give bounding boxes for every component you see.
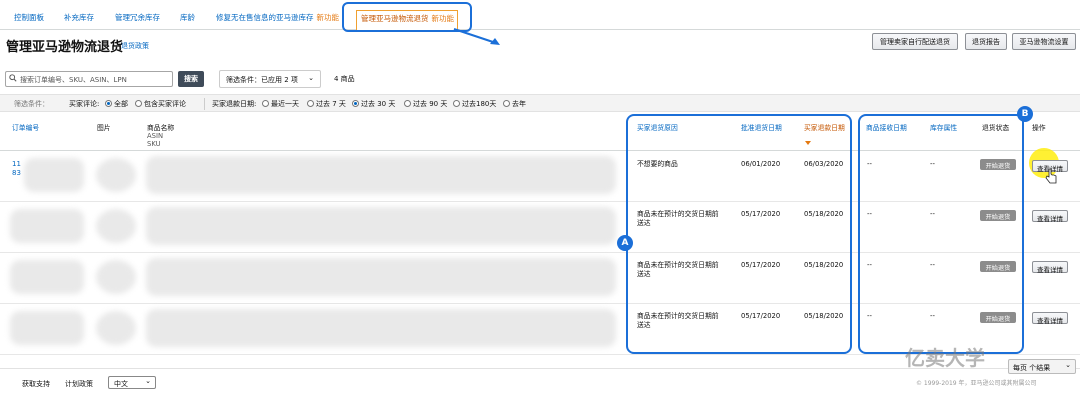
radio-icon	[503, 100, 510, 107]
product-image	[96, 260, 136, 294]
chevron-down-icon: ⌄	[1065, 361, 1071, 369]
radio-date-7d-label: 过去 7 天	[316, 100, 346, 108]
product-image	[96, 158, 136, 192]
view-details-button[interactable]: 查看详情	[1032, 261, 1068, 274]
col-image: 图片	[97, 124, 111, 132]
radio-selected-icon	[105, 100, 112, 107]
search-icon	[9, 74, 17, 82]
page-title: 管理亚马逊物流退货	[6, 40, 124, 55]
radio-icon	[453, 100, 460, 107]
per-page-select[interactable]: 每页 个结果 ⌄	[1008, 359, 1076, 374]
col-asin: ASIN	[147, 132, 164, 140]
refund-date-label: 买家退款日期:	[212, 100, 257, 108]
search-placeholder: 搜索订单编号、SKU、ASIN、LPN	[20, 76, 127, 84]
radio-date-30d-label: 过去 30 天	[361, 100, 396, 108]
redacted-product-info	[146, 156, 616, 194]
callout-arrow-icon	[453, 28, 500, 45]
per-page-label: 每页 个结果	[1013, 364, 1051, 372]
language-select[interactable]: 中文 ⌄	[108, 376, 156, 389]
redacted-block	[10, 209, 84, 243]
radio-icon	[307, 100, 314, 107]
divider	[204, 98, 205, 110]
radio-date-1d[interactable]: 最近一天	[262, 99, 299, 109]
chevron-down-icon: ⌄	[308, 74, 314, 82]
chevron-down-icon: ⌄	[145, 377, 151, 385]
redacted-product-info	[146, 207, 616, 245]
filter-label: 筛选条件：	[14, 100, 49, 108]
order-id[interactable]: 11 83	[12, 160, 21, 178]
manage-mfn-returns-button[interactable]: 管理卖家自行配送退货	[872, 33, 958, 50]
radio-date-7d[interactable]: 过去 7 天	[307, 99, 346, 109]
redacted-block	[10, 260, 84, 294]
radio-date-last-year-label: 去年	[512, 100, 526, 108]
annotation-badge-b: B	[1017, 106, 1033, 122]
col-sku: SKU	[147, 140, 161, 148]
product-image	[96, 209, 136, 243]
radio-icon	[135, 100, 142, 107]
returns-report-button[interactable]: 退货报告	[965, 33, 1007, 50]
annotation-box-a	[626, 114, 852, 354]
nav-inventory-age[interactable]: 库龄	[180, 12, 195, 23]
nav-dashboard[interactable]: 控制面板	[14, 12, 44, 23]
order-id-line: 83	[12, 169, 21, 177]
top-nav: 控制面板 补充库存 管理冗余库存 库龄 修复无在售信息的亚马逊库存 新功能 管理亚…	[0, 0, 1080, 30]
new-feature-badge: 新功能	[316, 13, 340, 22]
buyer-review-label: 买家评论:	[69, 100, 100, 108]
nav-fix-stranded-label: 修复无在售信息的亚马逊库存	[216, 13, 314, 22]
col-action: 操作	[1032, 124, 1046, 132]
redacted-block	[24, 158, 84, 192]
product-image	[96, 311, 136, 345]
radio-selected-icon	[352, 100, 359, 107]
radio-icon	[262, 100, 269, 107]
radio-date-180d-label: 过去180天	[462, 100, 497, 108]
nav-restock[interactable]: 补充库存	[64, 12, 94, 23]
filter-dropdown-label: 筛选条件：已应用 2 项	[226, 76, 298, 84]
radio-icon	[404, 100, 411, 107]
radio-review-with-comments[interactable]: 包含买家评论	[135, 99, 186, 109]
col-order-id[interactable]: 订单编号	[12, 124, 39, 132]
filter-dropdown[interactable]: 筛选条件：已应用 2 项 ⌄	[219, 70, 321, 88]
items-count: 4 商品	[334, 75, 355, 83]
filter-bar: 筛选条件： 买家评论: 全部 包含买家评论 买家退款日期: 最近一天 过去 7 …	[0, 94, 1080, 112]
radio-date-90d-label: 过去 90 天	[413, 100, 448, 108]
radio-review-all-label: 全部	[114, 100, 128, 108]
hand-cursor-icon	[1045, 168, 1057, 184]
col-product-name: 商品名称	[147, 124, 175, 132]
redacted-product-info	[146, 258, 616, 296]
order-id-line: 11	[12, 160, 21, 168]
copyright: © 1999-2019 年，亚马逊公司或其附属公司	[916, 380, 1037, 387]
radio-date-90d[interactable]: 过去 90 天	[404, 99, 447, 109]
language-value: 中文	[114, 380, 128, 388]
redacted-product-info	[146, 309, 616, 347]
search-button[interactable]: 搜索	[178, 71, 204, 87]
radio-date-last-year[interactable]: 去年	[503, 99, 526, 109]
annotation-badge-a: A	[617, 235, 633, 251]
radio-date-30d[interactable]: 过去 30 天	[352, 99, 395, 109]
radio-date-1d-label: 最近一天	[271, 100, 299, 108]
radio-review-with-comments-label: 包含买家评论	[144, 100, 186, 108]
get-support-link[interactable]: 获取支持	[22, 379, 50, 389]
fba-settings-button[interactable]: 亚马逊物流设置	[1012, 33, 1076, 50]
watermark: 亿卖大学	[905, 346, 985, 370]
annotation-box-b	[858, 114, 1024, 354]
return-policy-link[interactable]: 退货政策	[121, 41, 149, 51]
program-policy-link[interactable]: 计划政策	[65, 379, 93, 389]
nav-excess-inventory[interactable]: 管理冗余库存	[115, 12, 160, 23]
view-details-button[interactable]: 查看详情	[1032, 312, 1068, 325]
search-input[interactable]: 搜索订单编号、SKU、ASIN、LPN	[5, 71, 173, 87]
redacted-block	[10, 311, 84, 345]
radio-date-180d[interactable]: 过去180天	[453, 99, 496, 109]
nav-fix-stranded[interactable]: 修复无在售信息的亚马逊库存 新功能	[216, 12, 339, 23]
view-details-button[interactable]: 查看详情	[1032, 210, 1068, 223]
radio-review-all[interactable]: 全部	[105, 99, 128, 109]
